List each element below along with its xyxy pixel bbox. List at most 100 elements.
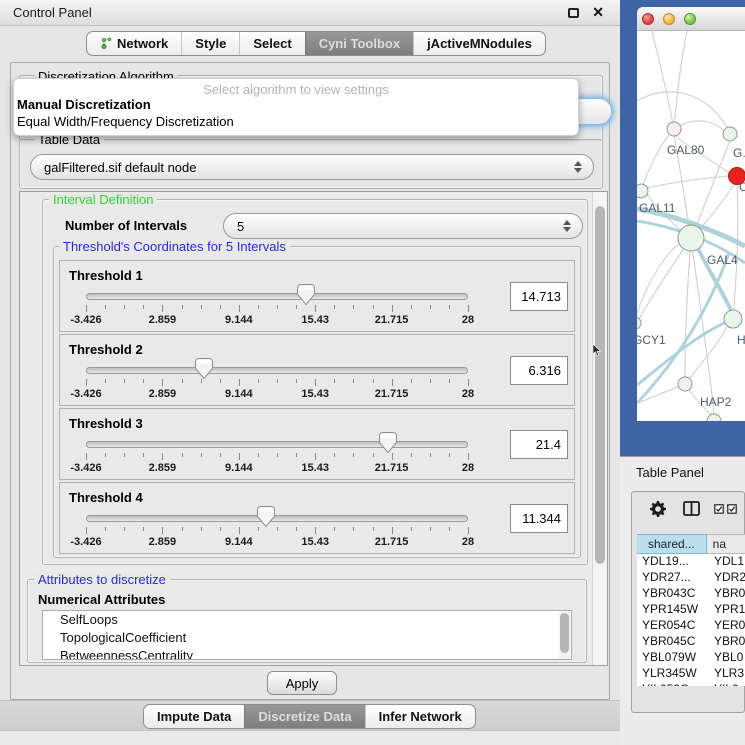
slider-tick bbox=[315, 527, 316, 534]
slider-tick-label: -3.426 bbox=[70, 388, 101, 400]
table-cell[interactable]: YBL079W bbox=[637, 650, 708, 666]
slider-track[interactable] bbox=[86, 293, 468, 300]
threshold-value-input[interactable] bbox=[510, 430, 568, 459]
threshold-slider[interactable]: -3.4262.8599.14415.4321.71528 bbox=[86, 361, 468, 403]
table-row[interactable]: YLR345WYLR3 bbox=[637, 666, 745, 682]
dropdown-option[interactable]: Manual Discretization bbox=[14, 96, 578, 113]
network-node[interactable] bbox=[637, 184, 648, 198]
float-window-icon[interactable] bbox=[568, 8, 579, 18]
slider-tick bbox=[373, 379, 374, 383]
table-row[interactable]: YER054CYER0 bbox=[637, 618, 745, 634]
threshold-slider[interactable]: -3.4262.8599.14415.4321.71528 bbox=[86, 287, 468, 329]
attribute-list-item[interactable]: TopologicalCoefficient bbox=[43, 629, 571, 647]
threshold-slider[interactable]: -3.4262.8599.14415.4321.71528 bbox=[86, 435, 468, 477]
slider-tick-label: 21.715 bbox=[375, 314, 409, 326]
table-cell[interactable]: YDR27... bbox=[637, 570, 708, 586]
table-cell[interactable]: YER0 bbox=[708, 618, 745, 634]
network-node[interactable] bbox=[637, 317, 641, 329]
minimize-traffic-light-icon[interactable] bbox=[663, 13, 675, 25]
table-row[interactable]: YDR27...YDR2 bbox=[637, 570, 745, 586]
table-data-combo[interactable]: galFiltered.sif default node bbox=[30, 154, 594, 180]
slider-tick bbox=[449, 527, 450, 531]
table-cell[interactable]: YER054C bbox=[637, 618, 708, 634]
table-row[interactable]: YBR043CYBR0 bbox=[637, 586, 745, 602]
table-row[interactable]: YBL079WYBL0 bbox=[637, 650, 745, 666]
table-row[interactable]: YBR045CYBR0 bbox=[637, 634, 745, 650]
close-icon[interactable]: ✕ bbox=[592, 4, 604, 21]
slider-thumb[interactable] bbox=[297, 284, 315, 305]
table-cell[interactable]: YPR145W bbox=[637, 602, 708, 618]
network-node[interactable] bbox=[678, 377, 692, 391]
table-cell[interactable]: YDL19... bbox=[637, 554, 708, 570]
slider-track[interactable] bbox=[86, 515, 468, 522]
slider-tick bbox=[124, 379, 125, 383]
network-node[interactable] bbox=[678, 225, 704, 251]
threshold-value-input[interactable] bbox=[510, 356, 568, 385]
apply-button[interactable]: Apply bbox=[267, 671, 337, 695]
slider-track[interactable] bbox=[86, 441, 468, 448]
threshold-slider[interactable]: -3.4262.8599.14415.4321.71528 bbox=[86, 509, 468, 551]
attribute-list-item[interactable]: SelfLoops bbox=[43, 611, 571, 629]
slider-tick bbox=[86, 527, 87, 534]
table-row[interactable]: YPR145WYPR1 bbox=[637, 602, 745, 618]
table-cell[interactable]: YPR1 bbox=[708, 602, 745, 618]
slider-tick bbox=[353, 453, 354, 457]
select-none-checkbox-icon[interactable] bbox=[727, 501, 737, 519]
column-header-shared-name[interactable]: shared... bbox=[637, 534, 707, 554]
attributes-list-scrollbar[interactable] bbox=[559, 612, 570, 660]
split-columns-icon[interactable] bbox=[683, 501, 700, 521]
zoom-traffic-light-icon[interactable] bbox=[684, 13, 696, 25]
num-intervals-combo[interactable]: 5 bbox=[223, 213, 583, 239]
bottom-tab-impute-data[interactable]: Impute Data bbox=[144, 705, 244, 728]
select-all-checkbox-icon[interactable] bbox=[714, 501, 724, 519]
table-cell[interactable]: YBR043C bbox=[637, 586, 708, 602]
threshold-value-input[interactable] bbox=[510, 282, 568, 311]
attribute-list-item[interactable]: BetweennessCentrality bbox=[43, 647, 571, 660]
tab-select[interactable]: Select bbox=[239, 32, 304, 55]
slider-thumb[interactable] bbox=[195, 358, 213, 379]
cyni-toolbox-panel: Discretization Algorithm Select algorith… bbox=[10, 62, 610, 700]
slider-tick bbox=[411, 453, 412, 457]
network-node[interactable] bbox=[724, 310, 742, 328]
table-data-group: Table Data galFiltered.sif default node bbox=[19, 139, 603, 189]
gear-icon[interactable] bbox=[650, 501, 666, 522]
network-node-label: GAL4 bbox=[707, 253, 738, 267]
table-row[interactable]: YDL19...YDL1 bbox=[637, 554, 745, 570]
slider-tick bbox=[201, 305, 202, 309]
tab-jactivemnodules[interactable]: jActiveMNodules bbox=[413, 32, 545, 55]
bottom-tab-infer-network[interactable]: Infer Network bbox=[365, 705, 475, 728]
slider-track[interactable] bbox=[86, 367, 468, 374]
bottom-tab-discretize-data[interactable]: Discretize Data bbox=[244, 705, 364, 728]
table-cell[interactable]: YLR3 bbox=[708, 666, 745, 682]
threshold-label: Threshold 3 bbox=[69, 416, 143, 431]
table-cell[interactable]: YBL0 bbox=[708, 650, 745, 666]
close-traffic-light-icon[interactable] bbox=[642, 13, 654, 25]
table-cell[interactable]: YDL1 bbox=[708, 554, 745, 570]
dropdown-option[interactable]: Equal Width/Frequency Discretization bbox=[14, 113, 578, 130]
table-cell[interactable]: YDR2 bbox=[708, 570, 745, 586]
network-canvas[interactable]: GAL80 G. GAL11 C GAL4 GCY1 H HAP2 bbox=[637, 31, 745, 421]
table-cell[interactable]: YBR0 bbox=[708, 586, 745, 602]
threshold-value-input[interactable] bbox=[510, 504, 568, 533]
network-node[interactable] bbox=[723, 127, 737, 141]
slider-thumb[interactable] bbox=[379, 432, 397, 453]
slider-tick bbox=[296, 379, 297, 383]
column-header-name[interactable]: na bbox=[707, 534, 745, 554]
vertical-scrollbar-thumb[interactable] bbox=[595, 206, 605, 564]
bottom-tab-label: Impute Data bbox=[157, 709, 231, 724]
tab-style[interactable]: Style bbox=[181, 32, 239, 55]
slider-tick bbox=[296, 305, 297, 309]
threshold-label: Threshold 4 bbox=[69, 490, 143, 505]
table-cell[interactable]: YLR345W bbox=[637, 666, 708, 682]
tab-network[interactable]: Network bbox=[87, 32, 181, 55]
table-cell[interactable]: YBR0 bbox=[708, 634, 745, 650]
control-panel-title: Control Panel bbox=[13, 5, 92, 20]
slider-thumb[interactable] bbox=[257, 506, 275, 527]
cyni-bottom-tabs: Impute Data Discretize DataInfer Network bbox=[143, 704, 476, 729]
vertical-scrollbar[interactable] bbox=[592, 192, 607, 665]
node-table: shared... na YDL19...YDL1YDR27...YDR2YBR… bbox=[637, 534, 745, 686]
network-node[interactable] bbox=[667, 122, 681, 136]
network-node[interactable] bbox=[707, 414, 721, 421]
tab-cyni-toolbox[interactable]: Cyni Toolbox bbox=[305, 32, 413, 55]
table-cell[interactable]: YBR045C bbox=[637, 634, 708, 650]
